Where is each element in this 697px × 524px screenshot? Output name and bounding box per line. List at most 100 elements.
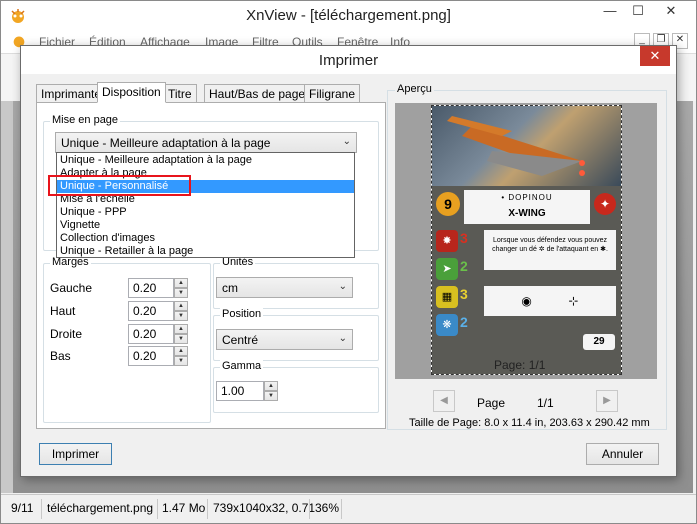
status-zoom: 36% bbox=[315, 501, 340, 515]
gamma-input[interactable]: 1.00 bbox=[216, 381, 264, 401]
layout-dropdown-list[interactable]: Unique - Meilleure adaptation à la page … bbox=[56, 152, 355, 258]
attack-value: 3 bbox=[460, 230, 468, 246]
pilot-name: • DOPINOU bbox=[501, 193, 553, 202]
status-divider bbox=[309, 499, 310, 519]
position-combo-value: Centré bbox=[222, 333, 259, 347]
preview-label: Aperçu bbox=[395, 83, 434, 95]
dialog-title: Imprimer bbox=[318, 52, 379, 69]
spin-up-icon[interactable]: ▲ bbox=[174, 301, 188, 311]
layout-group-label: Mise en page bbox=[50, 114, 121, 126]
squad-cost: 29 bbox=[583, 334, 615, 350]
position-combo[interactable]: Centré ⌄ bbox=[216, 329, 353, 350]
attack-icon: ✸ bbox=[436, 230, 458, 252]
units-combo-value: cm bbox=[222, 281, 238, 295]
spin-down-icon[interactable]: ▼ bbox=[174, 288, 188, 298]
target-lock-action-icon: ⊹ bbox=[568, 294, 579, 308]
cancel-button[interactable]: Annuler bbox=[586, 443, 659, 465]
attack-stat: ✸ 3 bbox=[436, 230, 476, 252]
chevron-down-icon: ⌄ bbox=[342, 136, 351, 147]
pilot-skill-value: 9 bbox=[436, 192, 460, 216]
card-name-bar: • DOPINOU X-WING bbox=[464, 190, 590, 224]
layout-combo-value: Unique - Meilleure adaptation à la page bbox=[61, 136, 271, 150]
spin-down-icon[interactable]: ▼ bbox=[174, 334, 188, 344]
shield-icon: ❋ bbox=[436, 314, 458, 336]
tab-haut-bas-de-page[interactable]: Haut/Bas de page bbox=[204, 84, 311, 103]
margin-input-gauche[interactable]: 0.20 bbox=[128, 278, 174, 298]
layout-option[interactable]: Collection d'images bbox=[57, 232, 354, 245]
tab-filigrane[interactable]: Filigrane bbox=[304, 84, 361, 103]
margin-spinner-gauche[interactable]: ▲ ▼ bbox=[174, 278, 188, 298]
previous-page-button[interactable]: ◀ bbox=[433, 390, 455, 412]
layout-option[interactable]: Unique - Meilleure adaptation à la page bbox=[57, 154, 354, 167]
page-size-info: Taille de Page: 8.0 x 11.4 in, 203.63 x … bbox=[409, 417, 650, 429]
hull-stat: ▦ 3 bbox=[436, 286, 476, 308]
units-combo[interactable]: cm ⌄ bbox=[216, 277, 353, 298]
layout-option[interactable]: Unique - Retailler à la page bbox=[57, 245, 354, 258]
chevron-down-icon: ⌄ bbox=[338, 281, 347, 292]
position-group-label: Position bbox=[220, 308, 264, 320]
status-filesize: 1.47 Mo bbox=[162, 501, 206, 515]
red-highlight-box bbox=[48, 175, 191, 196]
preview-page: 9 • DOPINOU X-WING ✦ ✸ 3 ➤ 2 ▦ 3 ❋ 2 Lor… bbox=[431, 105, 622, 375]
next-page-button[interactable]: ▶ bbox=[596, 390, 618, 412]
status-divider bbox=[157, 499, 158, 519]
card-body: 9 • DOPINOU X-WING ✦ ✸ 3 ➤ 2 ▦ 3 ❋ 2 Lor… bbox=[432, 186, 621, 374]
status-divider bbox=[341, 499, 342, 519]
margin-spinner-droite[interactable]: ▲ ▼ bbox=[174, 324, 188, 344]
focus-action-icon: ◉ bbox=[521, 294, 532, 308]
margin-spinner-bas[interactable]: ▲ ▼ bbox=[174, 346, 188, 366]
margin-label-droite: Droite bbox=[50, 327, 83, 341]
main-title-bar: XnView - [téléchargement.png] — ☐ ✕ bbox=[1, 1, 696, 31]
action-bar: ◉ ⊹ bbox=[484, 286, 616, 316]
shield-value: 2 bbox=[460, 314, 468, 330]
layout-option[interactable]: Vignette bbox=[57, 219, 354, 232]
layout-option[interactable]: Unique - PPP bbox=[57, 206, 354, 219]
status-bar: 9/11 téléchargement.png 1.47 Mo 739x1040… bbox=[1, 494, 696, 523]
agility-value: 2 bbox=[460, 258, 468, 274]
print-button[interactable]: Imprimer bbox=[39, 443, 112, 465]
tab-titre[interactable]: Titre bbox=[163, 84, 197, 103]
main-minimize-button[interactable]: — bbox=[597, 1, 623, 23]
margin-spinner-haut[interactable]: ▲ ▼ bbox=[174, 301, 188, 321]
agility-stat: ➤ 2 bbox=[436, 258, 476, 280]
shield-stat: ❋ 2 bbox=[436, 314, 476, 336]
spin-up-icon[interactable]: ▲ bbox=[174, 324, 188, 334]
main-close-button[interactable]: ✕ bbox=[653, 1, 689, 23]
x-wing-illustration bbox=[447, 116, 585, 176]
status-filename: téléchargement.png bbox=[47, 501, 154, 515]
status-dimensions: 739x1040x32, 0.71 bbox=[213, 501, 316, 515]
gamma-spinner[interactable]: ▲ ▼ bbox=[264, 381, 278, 401]
margin-label-bas: Bas bbox=[50, 349, 71, 363]
margin-input-droite[interactable]: 0.20 bbox=[128, 324, 174, 344]
hull-value: 3 bbox=[460, 286, 468, 302]
page-counter: 1/1 bbox=[537, 396, 554, 410]
spin-down-icon[interactable]: ▼ bbox=[174, 311, 188, 321]
spin-up-icon[interactable]: ▲ bbox=[264, 381, 278, 391]
card-artwork bbox=[432, 106, 621, 186]
layout-combo[interactable]: Unique - Meilleure adaptation à la page … bbox=[55, 132, 357, 153]
dialog-close-button[interactable]: ✕ bbox=[640, 46, 670, 66]
spin-down-icon[interactable]: ▼ bbox=[174, 356, 188, 366]
spin-up-icon[interactable]: ▲ bbox=[174, 346, 188, 356]
tab-disposition[interactable]: Disposition bbox=[97, 82, 166, 103]
dialog-title-bar: Imprimer ✕ bbox=[21, 46, 676, 74]
status-divider bbox=[207, 499, 208, 519]
rebel-faction-icon: ✦ bbox=[594, 193, 616, 215]
status-divider bbox=[41, 499, 42, 519]
spin-down-icon[interactable]: ▼ bbox=[264, 391, 278, 401]
spin-up-icon[interactable]: ▲ bbox=[174, 278, 188, 288]
left-panel bbox=[1, 101, 13, 493]
page-overlay-text: Page: 1/1 bbox=[494, 358, 546, 372]
margin-label-haut: Haut bbox=[50, 304, 76, 318]
hull-icon: ▦ bbox=[436, 286, 458, 308]
agility-icon: ➤ bbox=[436, 258, 458, 280]
main-window-title: XnView - [téléchargement.png] bbox=[246, 7, 451, 24]
status-position: 9/11 bbox=[11, 501, 34, 515]
gamma-group-label: Gamma bbox=[220, 360, 264, 372]
pilot-ability-text: Lorsque vous défendez vous pouvez change… bbox=[484, 230, 616, 270]
chevron-down-icon: ⌄ bbox=[338, 333, 347, 344]
margin-input-haut[interactable]: 0.20 bbox=[128, 301, 174, 321]
main-maximize-button[interactable]: ☐ bbox=[625, 1, 651, 23]
margin-input-bas[interactable]: 0.20 bbox=[128, 346, 174, 366]
tab-imprimante[interactable]: Imprimante bbox=[36, 84, 107, 103]
